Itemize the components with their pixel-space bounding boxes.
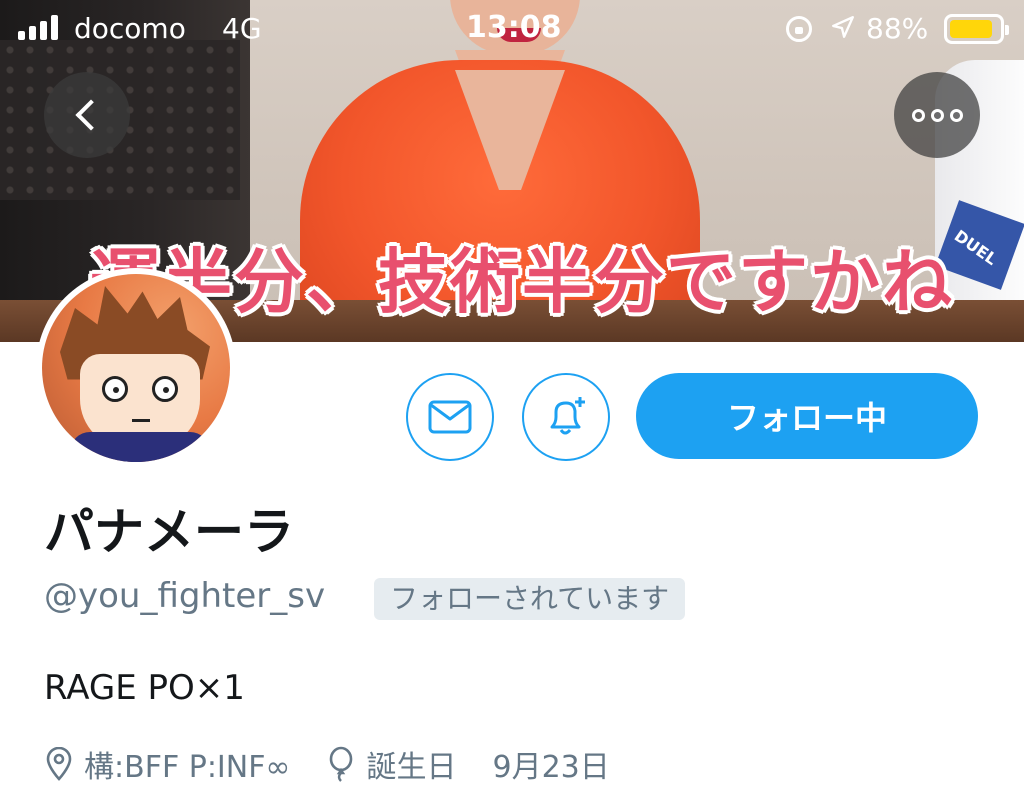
mail-icon [428,400,472,434]
location-item: 構:BFF P:INF∞ [44,742,290,786]
follows-you-badge: フォローされています [374,578,686,620]
avatar-mouth [132,419,150,425]
direct-message-button[interactable] [406,373,494,461]
avatar-eye-left [102,376,128,402]
display-name: パナメーラ [44,503,294,561]
more-horizontal-icon [911,108,963,122]
network-type: 4G [222,12,262,45]
avatar-image [42,274,230,462]
profile-bio: RAGE PO×1 [44,668,245,708]
profile-meta: 構:BFF P:INF∞ 誕生日 9月23日 [44,742,646,786]
location-text: 構:BFF P:INF∞ [84,750,291,785]
user-handle: @you_fighter_sv [44,576,326,616]
rotation-lock-icon [786,16,812,42]
birthday-item: 誕生日 9月23日 [326,742,610,786]
status-bar: docomo 4G 13:08 88% [0,0,1024,58]
carrier-name: docomo [74,12,186,45]
birthday-label: 誕生日 [366,750,457,785]
avatar-scarf [70,432,210,462]
chevron-left-icon [75,99,107,131]
more-options-button[interactable] [894,72,980,158]
battery-percentage: 88% [866,12,929,45]
notifications-button[interactable] [522,373,610,461]
bell-plus-icon [550,397,585,435]
location-arrow-icon [830,14,856,47]
status-time: 13:08 [466,10,562,45]
location-pin-icon [46,747,72,781]
battery-fill [950,20,993,38]
signal-strength-icon [18,14,58,40]
battery-icon [944,14,1009,44]
back-button[interactable] [44,72,130,158]
balloon-icon [330,746,353,782]
following-button[interactable]: フォロー中 [636,373,978,459]
avatar[interactable] [36,268,236,468]
birthday-date: 9月23日 [492,750,610,785]
avatar-eye-right [152,376,178,402]
